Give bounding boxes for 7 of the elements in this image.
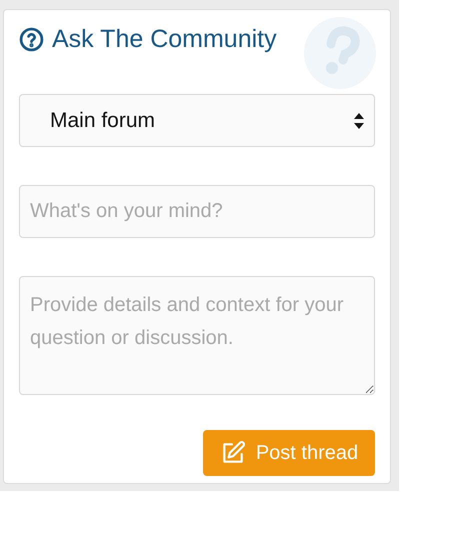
details-text-area[interactable]: Provide details and context for your question or discussion. xyxy=(19,276,375,395)
title-input-field[interactable]: What's on your mind? xyxy=(19,185,375,238)
question-badge-icon xyxy=(303,16,377,90)
widget-title: Ask The Community xyxy=(52,26,277,52)
help-icon xyxy=(19,26,44,52)
sort-caret-icon xyxy=(354,112,364,128)
forum-select[interactable]: Main forum xyxy=(19,94,375,147)
